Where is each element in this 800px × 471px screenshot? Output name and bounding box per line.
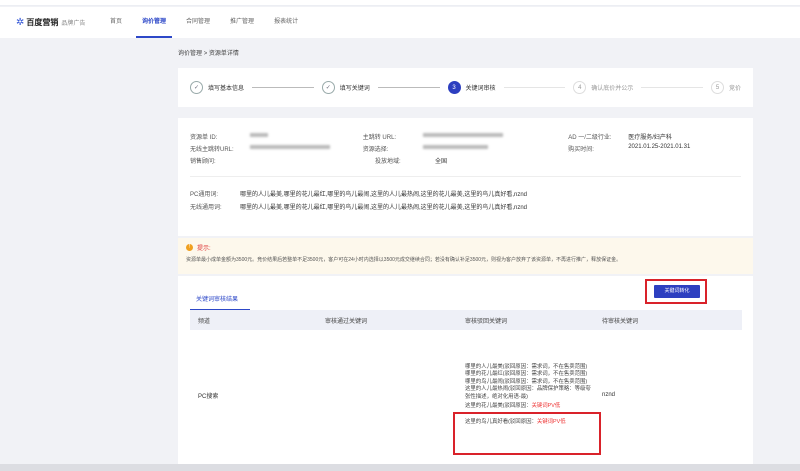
step-number: 5 (711, 81, 724, 94)
buy-time-value: 2021.01.25-2021.01.31 (628, 143, 691, 150)
redacted-value (250, 132, 268, 137)
check-icon: ✓ (190, 81, 203, 94)
brand-logo[interactable]: ✲ 百度营销 品牌广告 (16, 17, 110, 28)
nav-promotion[interactable]: 推广管理 (230, 7, 254, 38)
logo-icon: ✲ (16, 17, 25, 28)
nav-inquiry[interactable]: 询价管理 (136, 7, 173, 38)
step-label: 关键词审核 (465, 86, 496, 92)
step-label: 竞价 (729, 86, 742, 92)
step-connector (503, 87, 566, 88)
redacted-value (422, 132, 503, 137)
table-header: 频道 审核通过关键词 审核驳回关键词 待审核关键词 (190, 310, 742, 330)
step-5: 5 竞价 (711, 81, 741, 94)
step-4: 4 确认底价并公示 (573, 81, 633, 94)
bottom-bar (0, 464, 800, 471)
redacted-value (422, 144, 488, 149)
resource-id-label: 资源单 ID: (190, 134, 218, 141)
notice-text: 资源单最小成单金额为3500元。竞价结果后若整单不足3500元，客户可在24小时… (186, 257, 622, 263)
buy-time-label: 购买时间: (568, 146, 594, 153)
brand-sub: 品牌广告 (61, 21, 86, 27)
step-connector (377, 87, 440, 88)
sales-label: 销售顾问: (190, 158, 216, 165)
tab-keyword-review-result[interactable]: 关键词审核结果 (190, 294, 250, 311)
breadcrumb-current: 资源单详情 (208, 51, 239, 57)
region-value: 全国 (435, 158, 448, 165)
col-channel: 频道 (198, 318, 211, 325)
step-connector (641, 87, 703, 88)
wireless-keywords-value: 哪里的人儿最美,哪里的花儿最红,哪里的鸟儿最闹,这里的人儿最热闹,这里的花儿最美… (240, 205, 528, 211)
step-1: ✓ 填写基本信息 (190, 81, 244, 94)
step-connector (252, 87, 314, 88)
rejected-item: 这里的花儿最美(驳回原因：关键词PV低 (465, 403, 561, 410)
step-bar: ✓ 填写基本信息 ✓ 填写关键词 3 关键词审核 4 确认底价并公示 5 竞价 (178, 68, 753, 107)
highlight-box (645, 279, 707, 304)
redacted-value (250, 144, 330, 149)
top-nav: ✲ 百度营销 品牌广告 首页 询价管理 合同管理 推广管理 报表统计 (0, 7, 800, 38)
nav-home[interactable]: 首页 (110, 7, 122, 38)
nav-reports[interactable]: 报表统计 (274, 7, 298, 38)
breadcrumb-parent[interactable]: 询价管理 (178, 51, 202, 57)
industry-value: 医疗服务/妇产科 (628, 134, 672, 141)
step-number: 4 (573, 81, 587, 94)
divider (190, 176, 741, 177)
resource-select-label: 资源选择: (362, 146, 389, 153)
resource-info: 资源单 ID: 主跳转 URL: AD 一/二级行业: 医疗服务/妇产科 无线主跳… (178, 118, 753, 236)
keyword-review-card: 关键词审核结果 关键词转化 频道 审核通过关键词 审核驳回关键词 待审核关键词 … (178, 276, 753, 466)
wireless-url-label: 无线主跳转URL: (190, 146, 234, 153)
step-3: 3 关键词审核 (447, 81, 496, 94)
col-approved: 审核通过关键词 (325, 318, 368, 325)
warning-icon: ! (186, 244, 193, 251)
col-pending: 待审核关键词 (602, 318, 639, 325)
pc-keywords-value: 哪里的人儿最美,哪里的花儿最红,哪里的鸟儿最闹,这里的人儿最热闹,这里的花儿最美… (240, 192, 528, 198)
step-number: 3 (447, 81, 461, 94)
step-label: 确认底价并公示 (591, 86, 634, 92)
nav-contract[interactable]: 合同管理 (186, 7, 210, 38)
notice-title: 提示: (197, 246, 211, 252)
step-2: ✓ 填写关键词 (321, 81, 370, 94)
wireless-keywords-label: 无线通用词: (190, 205, 222, 211)
rejected-item: 哪里的花儿最红(驳回原因：需求词，不在售卖范围) (465, 371, 588, 378)
step-label: 填写关键词 (339, 86, 370, 92)
industry-label: AD 一/二级行业: (568, 134, 612, 141)
main-url-label: 主跳转 URL: (362, 134, 397, 141)
col-rejected: 审核驳回关键词 (465, 318, 508, 325)
step-label: 填写基本信息 (208, 86, 245, 92)
channel-cell: PC搜索 (198, 393, 219, 400)
breadcrumb-sep: > (203, 51, 208, 57)
pending-cell: nznd (602, 392, 616, 398)
check-icon: ✓ (321, 81, 335, 94)
brand-name: 百度营销 (26, 18, 59, 27)
notice-banner: ! 提示: 资源单最小成单金额为3500元。竞价结果后若整单不足3500元，客户可… (178, 238, 753, 274)
rejected-item: 这里的人儿最热闹(驳回原因：品牌保护策略：等级夸张性描述，绝对化用语-最) (465, 386, 591, 400)
breadcrumb: 询价管理 > 资源单详情 (178, 48, 239, 57)
top-strip (0, 0, 800, 6)
pc-keywords-label: PC通用词: (190, 192, 219, 198)
highlight-box (453, 412, 601, 455)
region-label: 投放地域: (375, 158, 401, 165)
